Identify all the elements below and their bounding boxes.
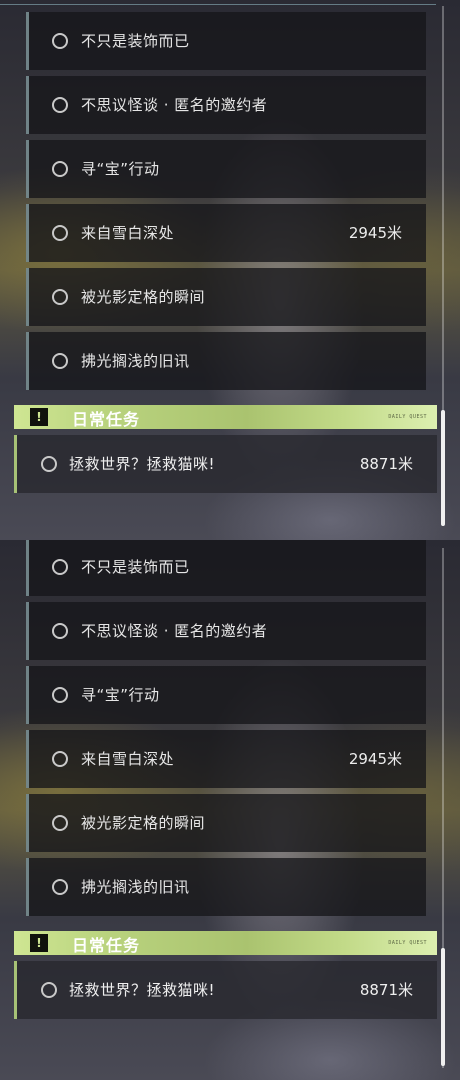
daily-quest-title: 拯救世界？拯救猫咪! [69,455,216,473]
quest-status-circle-icon [52,879,68,895]
quest-status-circle-icon [52,559,68,575]
quest-title: 来自雪白深处 [81,224,175,242]
quest-status-circle-icon [52,289,68,305]
exclamation-flag-icon: ! [30,408,48,426]
daily-quest-distance: 8871米 [359,981,413,999]
quest-item[interactable]: 寻“宝”行动 [26,666,426,724]
quest-status-circle-icon [52,33,68,49]
scrollbar-thumb[interactable] [441,948,445,1066]
quest-item[interactable]: 被光影定格的瞬间 [26,794,426,852]
daily-quest-distance: 8871米 [359,455,413,473]
quest-title: 拂光搁浅的旧讯 [81,352,190,370]
daily-quest-header[interactable]: ! 日常任务 DAILY QUEST [14,931,437,955]
quest-title: 来自雪白深处 [81,750,175,768]
quest-panel-bottom: 不只是装饰而已 不思议怪谈 · 匿名的邀约者 寻“宝”行动 来自雪白深处 294… [0,540,460,1080]
header-decor-text: DAILY QUEST [388,940,427,946]
header-decor-text: DAILY QUEST [388,414,427,420]
quest-title: 不只是装饰而已 [81,558,190,576]
quest-status-circle-icon [52,97,68,113]
quest-item[interactable]: 拂光搁浅的旧讯 [26,332,426,390]
daily-quest-header[interactable]: ! 日常任务 DAILY QUEST [14,405,437,429]
quest-item[interactable]: 来自雪白深处 2945米 [26,730,426,788]
daily-quest-item[interactable]: 拯救世界？拯救猫咪! 8871米 [14,961,437,1019]
quest-status-circle-icon [52,623,68,639]
quest-title: 拂光搁浅的旧讯 [81,878,190,896]
scrollbar-thumb[interactable] [441,410,445,526]
quest-status-circle-icon [52,353,68,369]
quest-title: 不思议怪谈 · 匿名的邀约者 [81,622,268,640]
quest-item[interactable]: 不思议怪谈 · 匿名的邀约者 [26,602,426,660]
quest-item[interactable]: 被光影定格的瞬间 [26,268,426,326]
daily-quest-header-title: 日常任务 [72,936,141,955]
quest-status-circle-icon [52,161,68,177]
quest-panel-top: 不只是装饰而已 不思议怪谈 · 匿名的邀约者 寻“宝”行动 来自雪白深处 294… [0,0,460,540]
quest-item[interactable]: 不只是装饰而已 [26,12,426,70]
quest-distance: 2945米 [348,224,402,242]
quest-item[interactable]: 来自雪白深处 2945米 [26,204,426,262]
daily-quest-header-title: 日常任务 [72,410,141,429]
quest-item[interactable]: 不只是装饰而已 [26,540,426,596]
quest-status-circle-icon [41,982,57,998]
quest-status-circle-icon [52,687,68,703]
daily-quest-title: 拯救世界？拯救猫咪! [69,981,216,999]
quest-title: 不思议怪谈 · 匿名的邀约者 [81,96,268,114]
quest-distance: 2945米 [348,750,402,768]
quest-status-circle-icon [52,815,68,831]
exclamation-flag-icon: ! [30,934,48,952]
quest-item[interactable]: 寻“宝”行动 [26,140,426,198]
quest-status-circle-icon [52,225,68,241]
panel-top-divider [0,4,436,5]
quest-title: 寻“宝”行动 [81,160,160,178]
daily-quest-item[interactable]: 拯救世界？拯救猫咪! 8871米 [14,435,437,493]
quest-title: 寻“宝”行动 [81,686,160,704]
quest-item[interactable]: 拂光搁浅的旧讯 [26,858,426,916]
quest-title: 被光影定格的瞬间 [81,814,206,832]
quest-title: 不只是装饰而已 [81,32,190,50]
quest-status-circle-icon [52,751,68,767]
quest-item[interactable]: 不思议怪谈 · 匿名的邀约者 [26,76,426,134]
quest-title: 被光影定格的瞬间 [81,288,206,306]
quest-status-circle-icon [41,456,57,472]
